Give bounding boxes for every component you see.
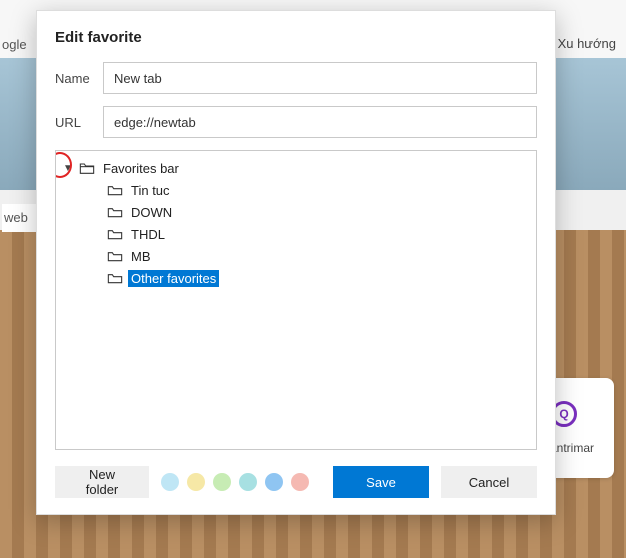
color-option-light-blue[interactable] <box>161 473 179 491</box>
folder-icon <box>107 227 123 241</box>
folder-open-icon <box>79 161 95 175</box>
cancel-button[interactable]: Cancel <box>441 466 537 498</box>
edit-favorite-dialog: Edit favorite Name URL ▼ Favorites bar T… <box>36 10 556 515</box>
color-option-pink[interactable] <box>291 473 309 491</box>
caret-down-icon[interactable]: ▼ <box>62 163 74 174</box>
tree-node-label: Other favorites <box>128 270 219 287</box>
color-option-yellow[interactable] <box>187 473 205 491</box>
tab-web-label: web <box>2 204 38 232</box>
save-button[interactable]: Save <box>333 466 429 498</box>
color-option-blue[interactable] <box>265 473 283 491</box>
folder-icon <box>107 183 123 197</box>
tree-child-node[interactable]: Other favorites <box>88 267 532 289</box>
color-option-teal[interactable] <box>239 473 257 491</box>
tree-child-node[interactable]: THDL <box>88 223 532 245</box>
name-input[interactable] <box>103 62 537 94</box>
tree-child-node[interactable]: DOWN <box>88 201 532 223</box>
folder-icon <box>107 271 123 285</box>
tree-node-label: Favorites bar <box>100 160 182 177</box>
tree-child-node[interactable]: Tin tuc <box>88 179 532 201</box>
name-label: Name <box>55 71 103 86</box>
url-input[interactable] <box>103 106 537 138</box>
url-label: URL <box>55 115 103 130</box>
tree-child-node[interactable]: MB <box>88 245 532 267</box>
tree-node-label: THDL <box>128 226 168 243</box>
header-trending-label: Xu hướng <box>558 36 616 51</box>
tree-node-label: MB <box>128 248 154 265</box>
dialog-title: Edit favorite <box>55 29 537 46</box>
tree-root-node[interactable]: ▼ Favorites bar <box>60 157 532 179</box>
folder-icon <box>107 249 123 263</box>
color-option-green[interactable] <box>213 473 231 491</box>
page-partial-text: ogle <box>2 37 27 52</box>
new-folder-button[interactable]: New folder <box>55 466 149 498</box>
folder-icon <box>107 205 123 219</box>
folder-tree[interactable]: ▼ Favorites bar Tin tuc DOWN THDL MB Other f… <box>55 150 537 450</box>
tree-node-label: Tin tuc <box>128 182 173 199</box>
tree-node-label: DOWN <box>128 204 175 221</box>
